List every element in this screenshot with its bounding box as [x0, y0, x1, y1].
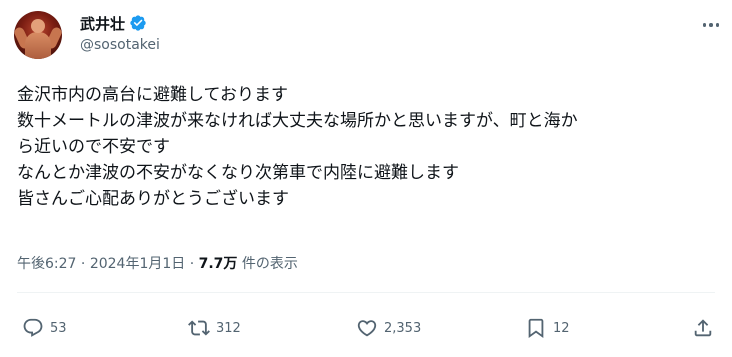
meta-separator: ·: [80, 256, 86, 272]
display-name[interactable]: 武井壮: [80, 13, 125, 34]
tweet-meta: 午後6:27 · 2024年1月1日 · 7.7万 件の表示: [17, 253, 298, 273]
author-name-row: 武井壮: [80, 13, 147, 33]
views-count[interactable]: 7.7万: [199, 256, 238, 272]
tweet-line: 皆さんご心配ありがとうございます: [17, 189, 289, 209]
verified-badge-icon[interactable]: [129, 14, 147, 32]
reply-button[interactable]: 53: [22, 314, 67, 342]
views-label: 件の表示: [241, 256, 298, 272]
reply-count: 53: [50, 320, 67, 336]
tweet-time[interactable]: 午後6:27: [17, 256, 76, 272]
author-handle[interactable]: @sosotakei: [80, 37, 160, 53]
tweet-text: 金沢市内の高台に避難しております 数十メートルの津波が来なければ大丈夫な場所かと…: [17, 82, 717, 212]
repost-button[interactable]: 312: [188, 314, 241, 342]
tweet-line: ら近いので不安です: [17, 137, 170, 157]
share-button[interactable]: [692, 314, 714, 342]
share-icon: [694, 319, 712, 337]
repost-icon: [188, 320, 210, 336]
tweet-line: 数十メートルの津波が来なければ大丈夫な場所かと思いますが、町と海か: [17, 111, 578, 131]
bookmark-icon: [528, 318, 544, 339]
more-icon[interactable]: [700, 14, 722, 36]
like-count: 2,353: [384, 320, 422, 336]
divider: [17, 292, 715, 293]
bookmark-button[interactable]: 12: [525, 314, 570, 342]
like-icon: [357, 320, 377, 337]
bookmark-count: 12: [553, 320, 570, 336]
meta-separator: ·: [189, 256, 195, 272]
avatar[interactable]: [14, 11, 62, 59]
reply-icon: [23, 318, 43, 337]
tweet-date[interactable]: 2024年1月1日: [90, 256, 185, 272]
tweet-line: 金沢市内の高台に避難しております: [17, 85, 288, 105]
repost-count: 312: [216, 320, 241, 336]
tweet-line: なんとか津波の不安がなくなり次第車で内陸に避難します: [17, 163, 459, 183]
like-button[interactable]: 2,353: [356, 314, 421, 342]
